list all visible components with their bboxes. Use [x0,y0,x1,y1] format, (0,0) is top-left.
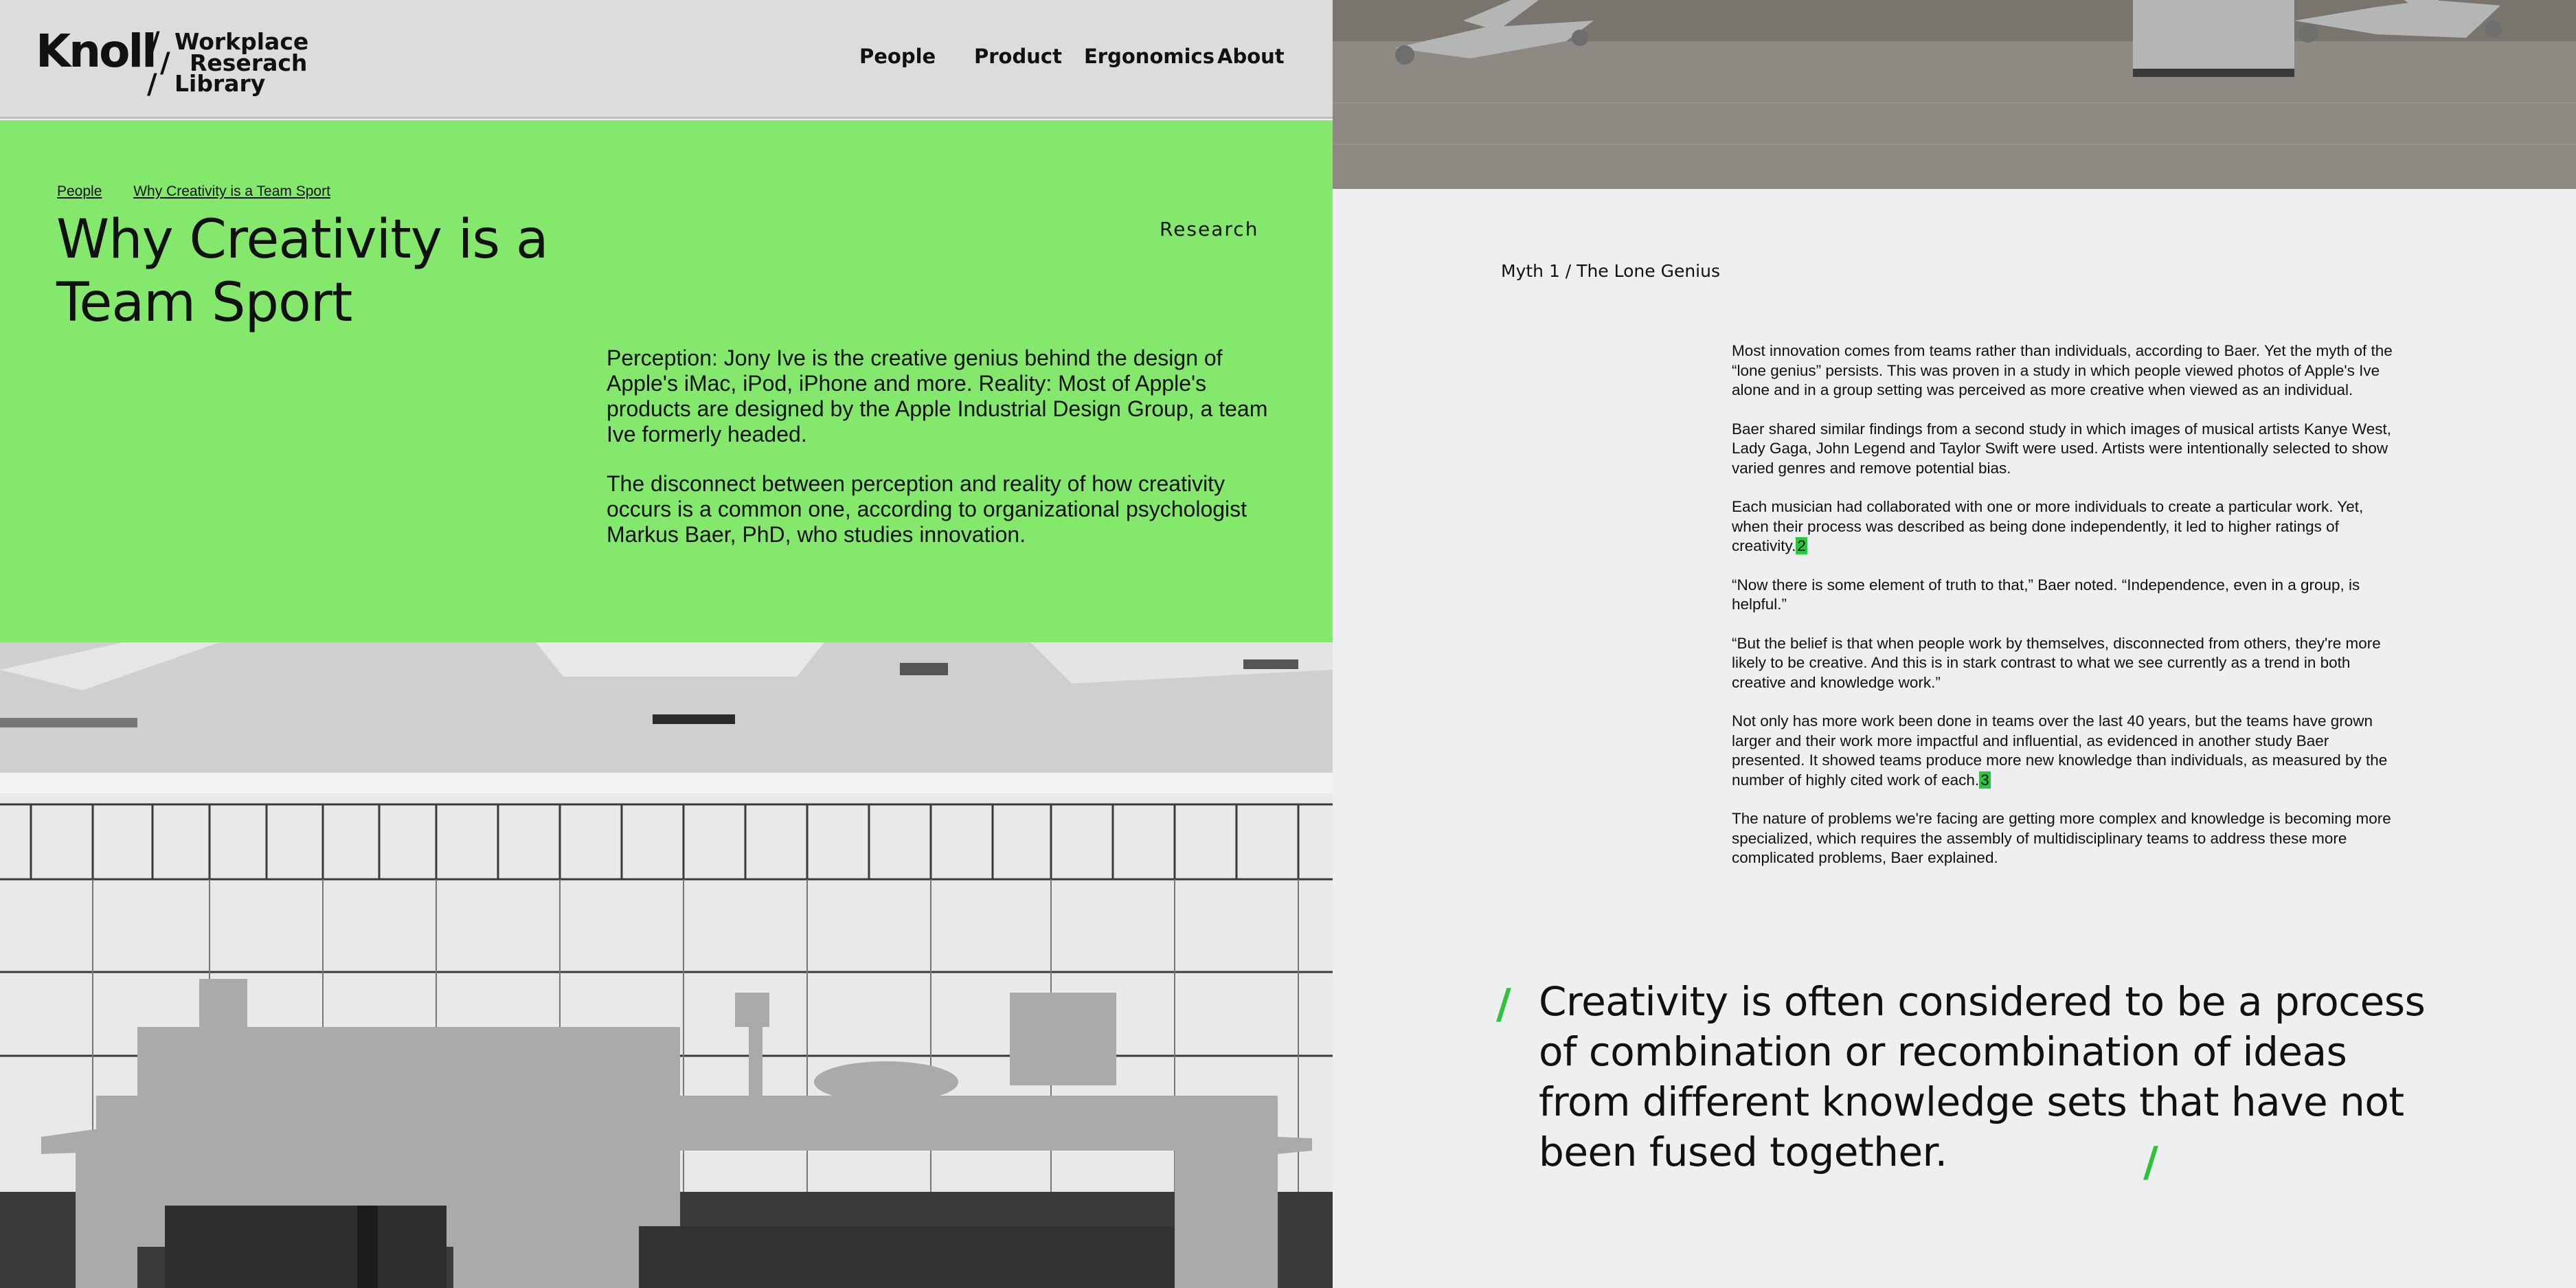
nav-link-people[interactable]: People [859,47,936,67]
article-paragraph: Baer shared similar findings from a seco… [1732,420,2391,477]
breadcrumb-link-current[interactable]: Why Creativity is a Team Sport [133,183,330,199]
article-paragraph: Each musician had collaborated with one … [1732,497,2398,556]
category-tag[interactable]: Research [1160,218,1258,240]
logo-knoll-wordmark: Knoll [36,25,157,78]
logo-slash: / [147,69,157,100]
right-column: Myth 1 / The Lone Genius Most innovation… [1333,0,2576,1288]
article-paragraph: The nature of problems we're facing are … [1732,810,2391,866]
left-column: Knoll / / / Workplace Reserach Library P… [0,0,1333,1288]
intro-paragraph: Perception: Jony Ive is the creative gen… [607,346,1268,447]
nav-link-about[interactable]: About [1217,47,1285,67]
article-paragraph: “But the belief is that when people work… [1732,634,2381,691]
breadcrumb: People Why Creativity is a Team Sport [57,183,330,200]
nav-link-product[interactable]: Product [974,47,1062,67]
hero-section: People Why Creativity is a Team Sport Wh… [0,120,1333,642]
office-photo-illustration [0,642,1333,1288]
footnote-marker[interactable]: 2 [1796,537,1807,554]
logo-library-line: Library [174,70,266,97]
office-photo [0,642,1333,1288]
chair-photo [1333,0,2576,189]
intro-paragraph: The disconnect between perception and re… [607,471,1247,547]
nav-link-ergonomics[interactable]: Ergonomics [1084,47,1214,67]
logo-slash: / [160,47,170,79]
article-paragraph: Most innovation comes from teams rather … [1732,342,2393,398]
pull-quote-open-mark: / [1496,980,1511,1028]
article-paragraph: Not only has more work been done in team… [1732,712,2398,790]
article-paragraph-text: Each musician had collaborated with one … [1732,498,2364,554]
logo-slash: / [150,27,160,58]
article-paragraph: “Now there is some element of truth to t… [1732,576,2360,613]
footnote-marker[interactable]: 3 [1979,771,1991,789]
article-body: Most innovation comes from teams rather … [1732,341,2398,888]
breadcrumb-link-people[interactable]: People [57,183,102,199]
article-paragraph-text: Not only has more work been done in team… [1732,712,2388,789]
pull-quote-close-mark: / [2143,1138,2158,1186]
myth-heading: Myth 1 / The Lone Genius [1501,261,1720,281]
pull-quote: Creativity is often considered to be a p… [1539,978,2426,1175]
site-header: Knoll / / / Workplace Reserach Library P… [0,0,1333,119]
page-title: Why Creativity is a Team Sport [56,209,549,334]
chair-photo-illustration [1333,0,2576,189]
